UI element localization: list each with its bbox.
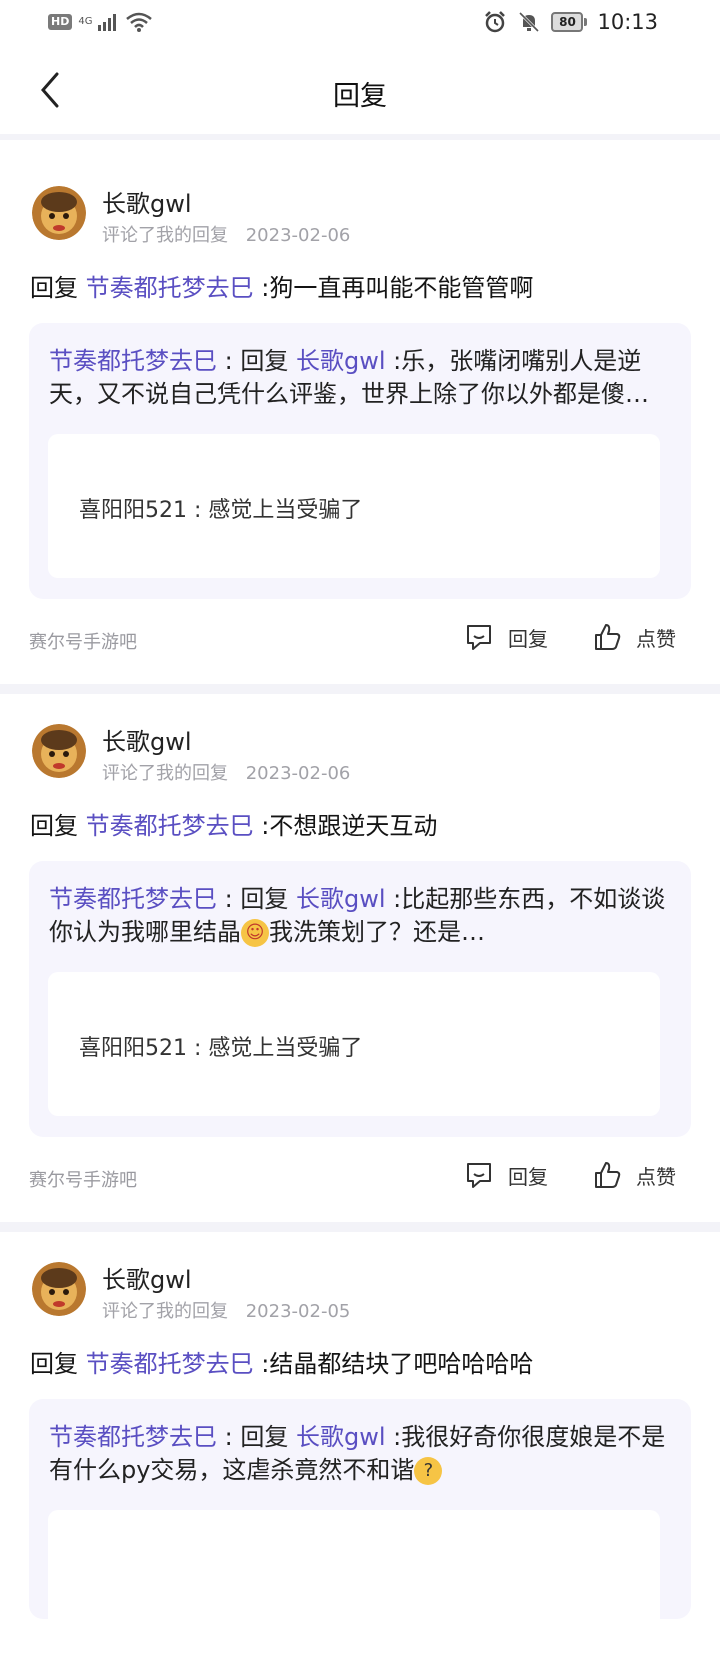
original-comment-text: 喜阳阳521 : 感觉上当受骗了 [79,498,363,523]
quote-target-link[interactable]: 长歌gwl [296,1423,386,1451]
thumbs-up-icon [595,624,621,650]
comment-date: 2023-02-06 [245,763,351,784]
comment-meta: 评论了我的回复 2023-02-05 [102,1297,362,1323]
quote-separator: : 回复 [217,1423,296,1451]
reply-card: 长歌gwl 评论了我的回复 2023-02-06 回复 节奏都托梦去巳 :不想跟… [0,694,720,1222]
page-title: 回复 [333,81,387,112]
card-footer: 赛尔号手游吧 回复 点赞 [29,1160,690,1196]
action-text: 评论了我的回复 [102,1301,228,1322]
comment-date: 2023-02-05 [245,1301,351,1322]
reply-card: 长歌gwl 评论了我的回复 2023-02-06 回复 节奏都托梦去巳 :狗一直… [0,148,720,684]
comment-meta: 评论了我的回复 2023-02-06 [102,759,362,785]
reply-card: 长歌gwl 评论了我的回复 2023-02-05 回复 节奏都托梦去巳 :结晶都… [0,1232,720,1654]
comment-date: 2023-02-06 [245,225,351,246]
quote-author-link[interactable]: 节奏都托梦去巳 [49,347,217,375]
status-bar: HD 4G 80 10:13 [0,0,720,48]
reply-prefix: 回复 [30,274,78,302]
action-text: 评论了我的回复 [102,225,228,246]
forum-name[interactable]: 赛尔号手游吧 [29,1166,137,1192]
reply-target-link[interactable]: 节奏都托梦去巳 [86,812,254,840]
action-text: 评论了我的回复 [102,763,228,784]
avatar[interactable] [32,186,86,240]
top-bar: 回复 [0,48,720,134]
cellular-signal-icon [98,14,117,31]
reply-content: :狗一直再叫能不能管管啊 [261,274,534,302]
reply-target-link[interactable]: 节奏都托梦去巳 [86,1350,254,1378]
reply-text[interactable]: 回复 节奏都托梦去巳 :结晶都结块了吧哈哈哈哈 [30,1344,533,1379]
reply-prefix: 回复 [30,1350,78,1378]
quote-target-link[interactable]: 长歌gwl [296,347,386,375]
reply-content: :结晶都结块了吧哈哈哈哈 [261,1350,534,1378]
reply-text[interactable]: 回复 节奏都托梦去巳 :不想跟逆天互动 [30,806,437,841]
username[interactable]: 长歌gwl [102,184,192,219]
reply-button[interactable]: 回复 [464,622,548,652]
like-button[interactable]: 点赞 [592,1160,676,1190]
quoted-reply-text: 节奏都托梦去巳 : 回复 长歌gwl :乐，张嘴闭嘴别人是逆天，又不说自己凭什么… [49,345,667,411]
original-comment-box[interactable]: 喜阳阳521 : 感觉上当受骗了 [48,972,660,1116]
battery-level: 80 [551,12,584,32]
comment-icon [467,1163,491,1188]
card-footer: 赛尔号手游吧 回复 点赞 [29,622,690,658]
like-label: 点赞 [636,1164,676,1189]
emoji-icon: ? [414,1457,443,1485]
like-label: 点赞 [636,626,676,651]
wifi-icon [126,12,153,32]
comment-meta: 评论了我的回复 2023-02-06 [102,221,362,247]
reply-button[interactable]: 回复 [464,1160,548,1190]
battery-indicator: 80 [551,12,588,32]
reply-text[interactable]: 回复 节奏都托梦去巳 :狗一直再叫能不能管管啊 [30,268,533,303]
original-comment-text: 喜阳阳521 : 感觉上当受骗了 [79,1036,363,1061]
quoted-reply-box[interactable]: 节奏都托梦去巳 : 回复 长歌gwl :比起那些东西，不如谈谈你认为我哪里结晶 ☺… [29,861,691,1137]
divider [0,684,720,694]
quote-target-link[interactable]: 长歌gwl [296,885,386,913]
mute-bell-icon [519,11,540,33]
original-comment-box[interactable] [48,1510,660,1654]
quote-separator: : 回复 [217,347,296,375]
username[interactable]: 长歌gwl [102,722,192,757]
divider [0,134,720,140]
forum-name[interactable]: 赛尔号手游吧 [29,628,137,654]
quoted-reply-text: 节奏都托梦去巳 : 回复 长歌gwl :我很好奇你很度娘是不是有什么py交易，这… [49,1421,667,1487]
original-comment-box[interactable]: 喜阳阳521 : 感觉上当受骗了 [48,434,660,578]
divider [0,1222,720,1232]
avatar[interactable] [32,724,86,778]
quote-separator: : 回复 [217,885,296,913]
reply-prefix: 回复 [30,812,78,840]
alarm-icon [485,11,506,33]
quoted-reply-box[interactable]: 节奏都托梦去巳 : 回复 长歌gwl :我很好奇你很度娘是不是有什么py交易，这… [29,1399,691,1654]
quote-content-tail: 我洗策划了？还是… [269,918,485,946]
emoji-icon: ☺ [241,919,269,947]
quote-author-link[interactable]: 节奏都托梦去巳 [49,885,217,913]
clock: 10:13 [597,10,658,34]
reply-content: :不想跟逆天互动 [261,812,438,840]
quoted-reply-text: 节奏都托梦去巳 : 回复 长歌gwl :比起那些东西，不如谈谈你认为我哪里结晶 ☺… [49,883,667,949]
username[interactable]: 长歌gwl [102,1260,192,1295]
quoted-reply-box[interactable]: 节奏都托梦去巳 : 回复 长歌gwl :乐，张嘴闭嘴别人是逆天，又不说自己凭什么… [29,323,691,599]
hd-badge: HD [48,14,73,30]
reply-target-link[interactable]: 节奏都托梦去巳 [86,274,254,302]
reply-label: 回复 [508,1164,548,1189]
thumbs-up-icon [595,1162,621,1188]
comment-icon [467,625,491,650]
network-type: 4G [78,16,93,27]
like-button[interactable]: 点赞 [592,622,676,652]
reply-label: 回复 [508,626,548,651]
quote-author-link[interactable]: 节奏都托梦去巳 [49,1423,217,1451]
avatar[interactable] [32,1262,86,1316]
